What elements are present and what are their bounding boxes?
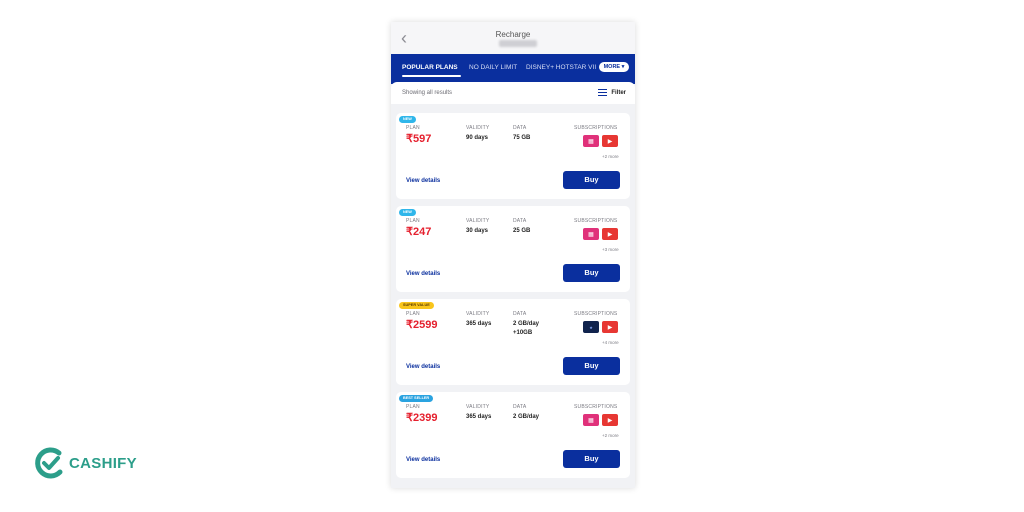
subscriptions-label: SUBSCRIPTIONS [574, 125, 618, 131]
blurred-phone-number [499, 40, 537, 47]
data-label: DATA [513, 404, 527, 410]
plan-label: PLAN [406, 311, 420, 317]
plan-price: ₹2399 [406, 412, 438, 424]
plan-badge: NEW [399, 116, 416, 123]
plan-price: ₹2599 [406, 319, 438, 331]
data-label: DATA [513, 311, 527, 317]
plan-data: 25 GB [513, 228, 531, 234]
subscription-icons: ▦ ▶ [583, 135, 618, 147]
cashify-logo: CASHIFY [33, 446, 137, 480]
tab-popular-plans[interactable]: POPULAR PLANS [402, 64, 458, 71]
play-subscription-icon: ▶ [602, 135, 618, 147]
more-subscriptions: +3 more [602, 247, 619, 252]
buy-button[interactable]: Buy [563, 450, 620, 468]
plan-validity: 30 days [466, 228, 489, 234]
screenshot-stage: ‹ Recharge POPULAR PLANS NO DAILY LIMIT … [0, 0, 1024, 512]
plan-label: PLAN [406, 125, 420, 131]
plan-validity: 90 days [466, 135, 489, 141]
plan-validity: 365 days [466, 414, 492, 420]
cashify-logo-icon [35, 447, 63, 479]
subscription-icons: ▦ ▶ [583, 414, 618, 426]
validity-label: VALIDITY [466, 125, 490, 131]
more-subscriptions: +2 more [602, 154, 619, 159]
app-header: ‹ Recharge [391, 22, 635, 54]
view-details-link[interactable]: View details [406, 457, 440, 463]
plan-price: ₹247 [406, 226, 432, 238]
more-tabs-button[interactable]: MORE ▾ [599, 62, 629, 72]
play-subscription-icon: ▶ [602, 321, 618, 333]
plan-badge: SUPER VALUE [399, 302, 434, 309]
filter-icon [598, 89, 608, 97]
plan-category-tabs: POPULAR PLANS NO DAILY LIMIT DISNEY+ HOT… [391, 54, 635, 84]
results-bar: Showing all results Filter [391, 82, 635, 104]
hotstar-subscription-icon: ★ [583, 321, 599, 333]
plan-data: 75 GB [513, 135, 531, 141]
plan-card: BEST SELLER PLAN VALIDITY DATA SUBSCRIPT… [396, 392, 630, 478]
tab-disney-hotstar[interactable]: DISNEY+ HOTSTAR VII [526, 64, 596, 71]
cashify-logo-text: CASHIFY [69, 454, 137, 472]
subscriptions-label: SUBSCRIPTIONS [574, 404, 618, 410]
plan-card: NEW PLAN VALIDITY DATA SUBSCRIPTIONS ₹59… [396, 113, 630, 199]
data-label: DATA [513, 218, 527, 224]
plan-card: SUPER VALUE PLAN VALIDITY DATA SUBSCRIPT… [396, 299, 630, 385]
plan-label: PLAN [406, 218, 420, 224]
plan-price: ₹597 [406, 133, 432, 145]
page-title: Recharge [495, 30, 531, 39]
subscription-icons: ★ ▶ [583, 321, 618, 333]
subscriptions-label: SUBSCRIPTIONS [574, 218, 618, 224]
plan-data: 2 GB/day [513, 414, 540, 420]
calendar-subscription-icon: ▦ [583, 135, 599, 147]
validity-label: VALIDITY [466, 218, 490, 224]
plan-badge: BEST SELLER [399, 395, 434, 402]
subscription-icons: ▦ ▶ [583, 228, 618, 240]
view-details-link[interactable]: View details [406, 364, 440, 370]
phone-screen: ‹ Recharge POPULAR PLANS NO DAILY LIMIT … [391, 22, 635, 488]
play-subscription-icon: ▶ [602, 414, 618, 426]
plan-card: NEW PLAN VALIDITY DATA SUBSCRIPTIONS ₹24… [396, 206, 630, 292]
more-subscriptions: +4 more [602, 340, 619, 345]
filter-button[interactable]: Filter [598, 88, 626, 98]
more-label: MORE [603, 64, 621, 70]
subscriptions-label: SUBSCRIPTIONS [574, 311, 618, 317]
results-count-text: Showing all results [402, 90, 453, 96]
filter-label: Filter [611, 90, 626, 96]
buy-button[interactable]: Buy [563, 264, 620, 282]
validity-label: VALIDITY [466, 311, 490, 317]
active-tab-indicator [402, 75, 461, 77]
plan-badge: NEW [399, 209, 416, 216]
buy-button[interactable]: Buy [563, 357, 620, 375]
data-label: DATA [513, 125, 527, 131]
plan-data: 2 GB/day [513, 321, 540, 327]
more-subscriptions: +2 more [602, 433, 619, 438]
plan-validity: 365 days [466, 321, 492, 327]
play-subscription-icon: ▶ [602, 228, 618, 240]
chevron-down-icon: ▾ [621, 64, 625, 70]
calendar-subscription-icon: ▦ [583, 228, 599, 240]
plan-data-extra: +10GB [513, 330, 533, 336]
buy-button[interactable]: Buy [563, 171, 620, 189]
plan-label: PLAN [406, 404, 420, 410]
view-details-link[interactable]: View details [406, 178, 440, 184]
calendar-subscription-icon: ▦ [583, 414, 599, 426]
view-details-link[interactable]: View details [406, 271, 440, 277]
tab-no-daily-limit[interactable]: NO DAILY LIMIT [469, 64, 517, 71]
validity-label: VALIDITY [466, 404, 490, 410]
